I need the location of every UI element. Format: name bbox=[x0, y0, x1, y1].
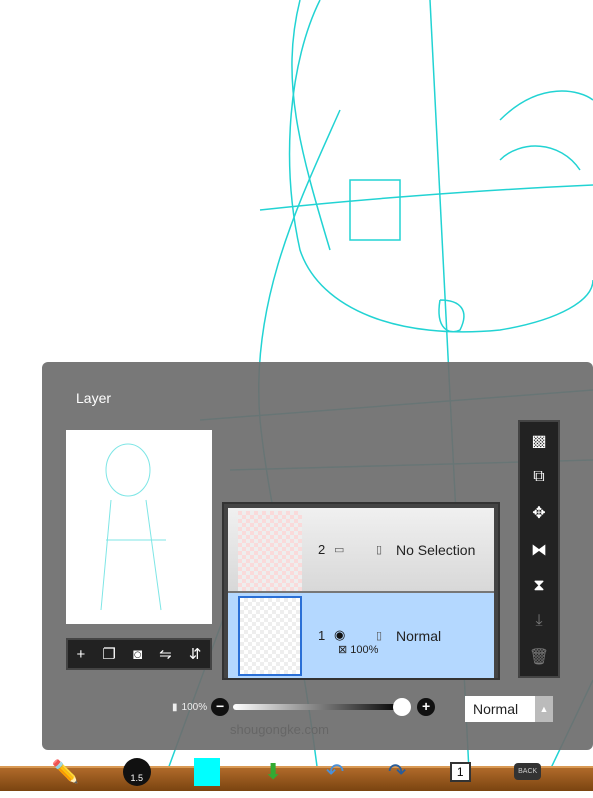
layer-thumbnail bbox=[238, 511, 302, 591]
undo-icon[interactable]: ↶ bbox=[326, 759, 344, 785]
add-layer-icon[interactable]: + bbox=[77, 646, 86, 663]
layer-thumbnail bbox=[238, 596, 302, 676]
opacity-icon: ⊠ 100% bbox=[338, 644, 379, 656]
page-icon: ▯ bbox=[376, 544, 383, 556]
slider-knob[interactable] bbox=[393, 698, 412, 716]
layer-panel: Layer + ❐ ◙ ⇋ ⇵ 2 ▭ ▯ No Selection 1 ◉ ▯… bbox=[42, 362, 593, 750]
minus-button[interactable]: − bbox=[211, 698, 230, 716]
back-button[interactable]: BACK bbox=[514, 763, 542, 780]
layer-number: 1 bbox=[318, 628, 326, 643]
layer-list: 2 ▭ ▯ No Selection 1 ◉ ▯ Normal ⊠ 100% bbox=[222, 502, 500, 680]
bottom-toolbar: ✏️ 1.5 ⬇ ↶ ↷ 1 BACK bbox=[0, 752, 593, 791]
brush-size-button[interactable]: 1.5 bbox=[122, 757, 151, 786]
layer-row-2[interactable]: 2 ▭ ▯ No Selection bbox=[228, 508, 494, 593]
flip-vertical-icon[interactable]: ⧗ bbox=[533, 577, 544, 595]
layer-name: Normal bbox=[396, 627, 442, 644]
page-button[interactable]: 1 bbox=[449, 761, 471, 782]
preview-toolbar: + ❐ ◙ ⇋ ⇵ bbox=[66, 638, 212, 670]
opacity-icon: ▮ bbox=[172, 701, 178, 713]
redo-icon[interactable]: ↷ bbox=[388, 759, 406, 785]
selection-rect-icon[interactable]: ▭ bbox=[334, 543, 344, 556]
layer-opacity: 100% bbox=[350, 644, 379, 656]
camera-icon[interactable]: ◙ bbox=[133, 646, 142, 663]
canvas-preview bbox=[66, 430, 212, 624]
flip-horizontal-icon[interactable]: ⇋ bbox=[159, 645, 172, 663]
opacity-control: ▮ 100% − + bbox=[172, 698, 436, 716]
watermark: shougongke.com bbox=[230, 722, 330, 737]
pencil-icon[interactable]: ✏️ bbox=[52, 759, 79, 785]
panel-title: Layer bbox=[76, 390, 112, 406]
page-icon: ▯ bbox=[376, 630, 383, 642]
download-icon[interactable]: ⬇ bbox=[264, 759, 282, 785]
chevron-up-icon: ▲ bbox=[535, 696, 553, 722]
eye-icon[interactable]: ◉ bbox=[334, 627, 345, 643]
plus-button[interactable]: + bbox=[417, 698, 436, 716]
move-icon[interactable]: ✥ bbox=[532, 503, 545, 523]
layer-row-1[interactable]: 1 ◉ ▯ Normal ⊠ 100% bbox=[228, 593, 494, 678]
copy-layer-icon[interactable]: ⧉ bbox=[533, 468, 544, 486]
flip-horizontal-icon[interactable]: ⧓ bbox=[531, 540, 547, 560]
flip-vertical-icon[interactable]: ⇵ bbox=[189, 645, 202, 663]
color-swatch[interactable] bbox=[194, 757, 221, 786]
layer-side-toolbar: ▩ ⧉ ✥ ⧓ ⧗ ⤓ 🗑 bbox=[518, 420, 560, 678]
layer-number: 2 bbox=[318, 542, 326, 557]
transparency-icon[interactable]: ▩ bbox=[531, 431, 546, 451]
opacity-label: 100% bbox=[181, 701, 208, 713]
blend-mode-select[interactable]: Normal ▲ bbox=[465, 696, 553, 722]
trash-icon[interactable]: 🗑 bbox=[529, 647, 549, 667]
blend-mode-value: Normal bbox=[473, 701, 519, 717]
merge-down-icon[interactable]: ⤓ bbox=[535, 612, 542, 630]
opacity-slider[interactable] bbox=[233, 698, 412, 716]
layer-name: No Selection bbox=[396, 541, 476, 558]
copy-icon[interactable]: ❐ bbox=[102, 645, 115, 663]
